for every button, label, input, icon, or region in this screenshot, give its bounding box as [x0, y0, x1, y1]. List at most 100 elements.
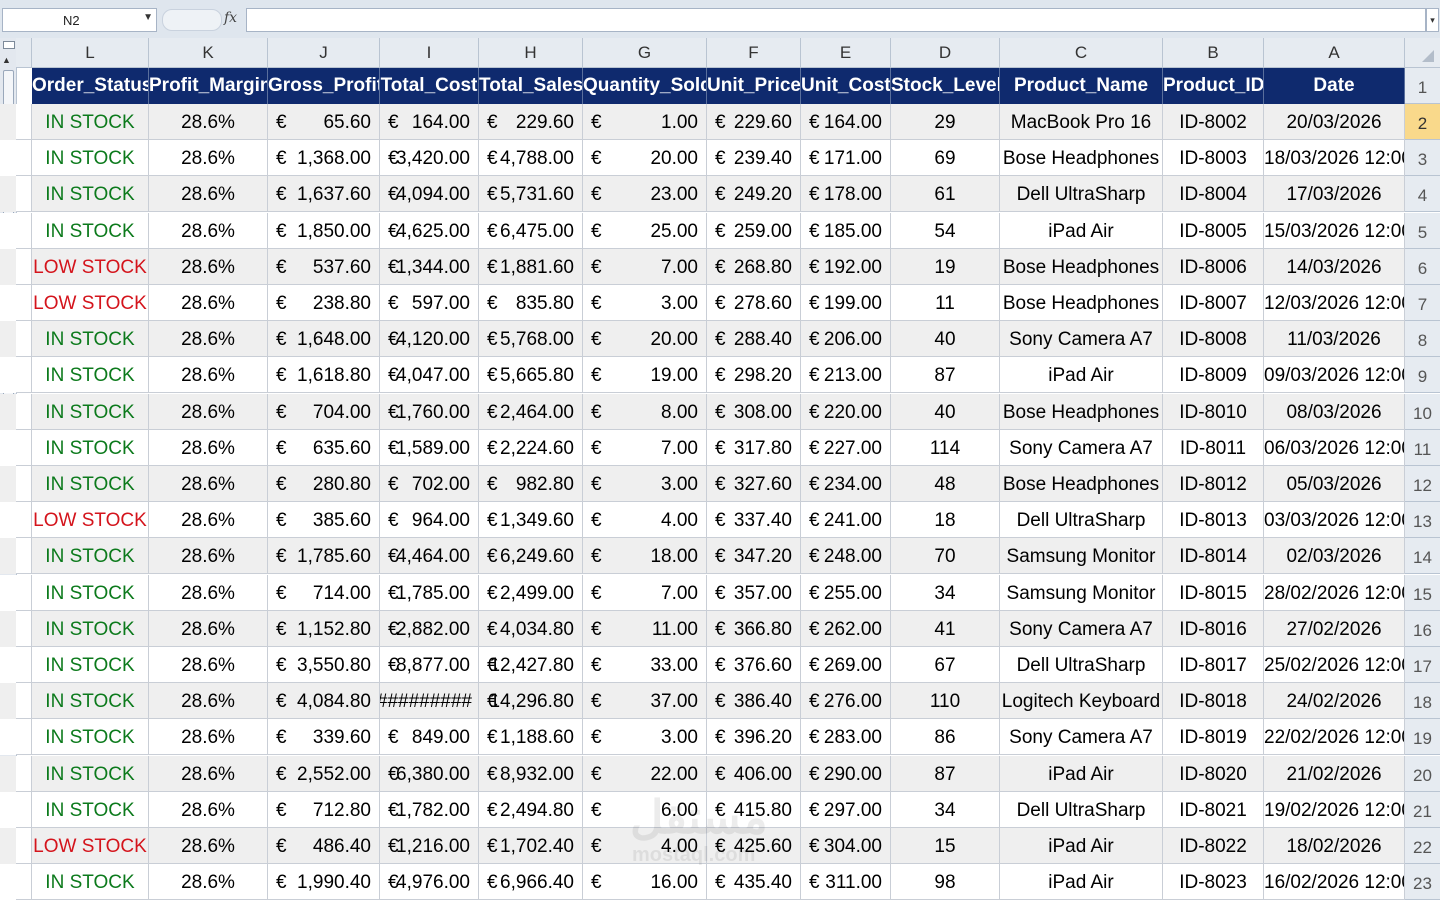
chevron-down-icon[interactable]: ▼	[143, 12, 153, 23]
header-cell-product-id[interactable]: Product_ID	[1163, 68, 1264, 104]
cell-cost[interactable]: #########	[380, 683, 479, 720]
cell-cost[interactable]: €597.00	[380, 285, 479, 321]
cell-qty[interactable]: €20.00	[583, 140, 707, 177]
cell-cost[interactable]: €4,625.00	[380, 212, 479, 249]
cell-sales[interactable]: €4,034.80	[479, 610, 583, 647]
cell-stock[interactable]: 69	[891, 140, 1000, 177]
cell-qty[interactable]: €7.00	[583, 574, 707, 611]
cell-stock[interactable]: 87	[891, 357, 1000, 394]
cell-gross[interactable]: €385.60	[268, 502, 380, 539]
cell-sales[interactable]: €6,475.00	[479, 212, 583, 249]
cell-gross[interactable]: €486.40	[268, 828, 380, 864]
cell-date[interactable]: 02/03/2026	[1264, 538, 1405, 575]
row-number[interactable]: 4	[1405, 176, 1440, 213]
cell-price[interactable]: €278.60	[707, 285, 801, 321]
row-number[interactable]: 23	[1405, 864, 1440, 901]
cell-ucost[interactable]: €241.00	[801, 502, 891, 539]
cell-ucost[interactable]: €262.00	[801, 610, 891, 647]
cell-cost[interactable]: €8,877.00	[380, 647, 479, 683]
status-badge[interactable]: IN STOCK	[32, 864, 149, 901]
row-number[interactable]: 5	[1405, 212, 1440, 249]
cell-id[interactable]: ID-8006	[1163, 248, 1264, 285]
cell-date[interactable]: 17/03/2026	[1264, 176, 1405, 213]
header-cell-profit-margin[interactable]: Profit_Margin	[149, 68, 268, 104]
cell-cost[interactable]: €1,589.00	[380, 429, 479, 466]
status-badge[interactable]: IN STOCK	[32, 610, 149, 647]
cell-product[interactable]: iPad Air	[1000, 212, 1163, 249]
expand-formula-bar-icon[interactable]: ▾	[1426, 8, 1439, 32]
cell-id[interactable]: ID-8010	[1163, 393, 1264, 430]
cell-qty[interactable]: €4.00	[583, 502, 707, 539]
cell-price[interactable]: €249.20	[707, 176, 801, 213]
cell-price[interactable]: €229.60	[707, 104, 801, 140]
column-header-J[interactable]: J	[268, 38, 380, 68]
cell-date[interactable]: 11/03/2026	[1264, 321, 1405, 358]
cell-price[interactable]: €406.00	[707, 755, 801, 792]
cell-gross[interactable]: €65.60	[268, 104, 380, 140]
cell-id[interactable]: ID-8009	[1163, 357, 1264, 394]
cell-qty[interactable]: €3.00	[583, 285, 707, 321]
cell-product[interactable]: Bose Headphones	[1000, 248, 1163, 285]
cell-cost[interactable]: €3,420.00	[380, 140, 479, 177]
cell-date[interactable]: 24/02/2026	[1264, 683, 1405, 720]
cell-margin[interactable]: 28.6%	[149, 212, 268, 249]
cell-date[interactable]: 05/03/2026	[1264, 466, 1405, 502]
cell-id[interactable]: ID-8020	[1163, 755, 1264, 792]
cell-margin[interactable]: 28.6%	[149, 791, 268, 828]
cell-qty[interactable]: €7.00	[583, 429, 707, 466]
cell-gross[interactable]: €714.00	[268, 574, 380, 611]
status-badge[interactable]: LOW STOCK	[32, 502, 149, 539]
status-badge[interactable]: IN STOCK	[32, 755, 149, 792]
cell-margin[interactable]: 28.6%	[149, 176, 268, 213]
cell-stock[interactable]: 114	[891, 429, 1000, 466]
cell-date[interactable]: 16/02/2026 12:00	[1264, 864, 1405, 901]
cell-margin[interactable]: 28.6%	[149, 357, 268, 394]
cell-price[interactable]: €308.00	[707, 393, 801, 430]
status-badge[interactable]: IN STOCK	[32, 321, 149, 358]
cell-product[interactable]: iPad Air	[1000, 357, 1163, 394]
cell-product[interactable]: Sony Camera A7	[1000, 719, 1163, 756]
cell-cost[interactable]: €964.00	[380, 502, 479, 539]
cell-date[interactable]: 12/03/2026 12:00	[1264, 285, 1405, 321]
cell-price[interactable]: €435.40	[707, 864, 801, 901]
cell-ucost[interactable]: €206.00	[801, 321, 891, 358]
cell-stock[interactable]: 19	[891, 248, 1000, 285]
cell-ucost[interactable]: €304.00	[801, 828, 891, 864]
cell-sales[interactable]: €1,881.60	[479, 248, 583, 285]
status-badge[interactable]: LOW STOCK	[32, 828, 149, 864]
cell-price[interactable]: €425.60	[707, 828, 801, 864]
header-cell-stock-level[interactable]: Stock_Level	[891, 68, 1000, 104]
cell-date[interactable]: 03/03/2026 12:00	[1264, 502, 1405, 539]
cell-price[interactable]: €239.40	[707, 140, 801, 177]
formula-input[interactable]	[246, 8, 1426, 32]
cell-ucost[interactable]: €283.00	[801, 719, 891, 756]
cell-product[interactable]: Sony Camera A7	[1000, 429, 1163, 466]
cell-id[interactable]: ID-8019	[1163, 719, 1264, 756]
cell-gross[interactable]: €1,785.60	[268, 538, 380, 575]
column-header-L[interactable]: L	[32, 38, 149, 68]
cell-date[interactable]: 19/02/2026 12:00	[1264, 791, 1405, 828]
cell-product[interactable]: Dell UltraSharp	[1000, 647, 1163, 683]
cell-id[interactable]: ID-8016	[1163, 610, 1264, 647]
cell-sales[interactable]: €1,349.60	[479, 502, 583, 539]
cell-date[interactable]: 14/03/2026	[1264, 248, 1405, 285]
cell-sales[interactable]: €6,966.40	[479, 864, 583, 901]
status-badge[interactable]: IN STOCK	[32, 429, 149, 466]
cell-qty[interactable]: €11.00	[583, 610, 707, 647]
status-badge[interactable]: IN STOCK	[32, 176, 149, 213]
status-badge[interactable]: IN STOCK	[32, 719, 149, 756]
cell-sales[interactable]: €8,932.00	[479, 755, 583, 792]
cell-qty[interactable]: €4.00	[583, 828, 707, 864]
cell-ucost[interactable]: €248.00	[801, 538, 891, 575]
cell-stock[interactable]: 34	[891, 791, 1000, 828]
cell-product[interactable]: iPad Air	[1000, 864, 1163, 901]
cell-stock[interactable]: 48	[891, 466, 1000, 502]
cell-price[interactable]: €376.60	[707, 647, 801, 683]
insert-function-icon[interactable]: fx	[224, 10, 237, 26]
cell-qty[interactable]: €33.00	[583, 647, 707, 683]
cell-date[interactable]: 18/03/2026 12:00	[1264, 140, 1405, 177]
header-cell-date[interactable]: Date	[1264, 68, 1405, 104]
cell-sales[interactable]: €2,494.80	[479, 791, 583, 828]
cell-gross[interactable]: €1,152.80	[268, 610, 380, 647]
cell-qty[interactable]: €18.00	[583, 538, 707, 575]
